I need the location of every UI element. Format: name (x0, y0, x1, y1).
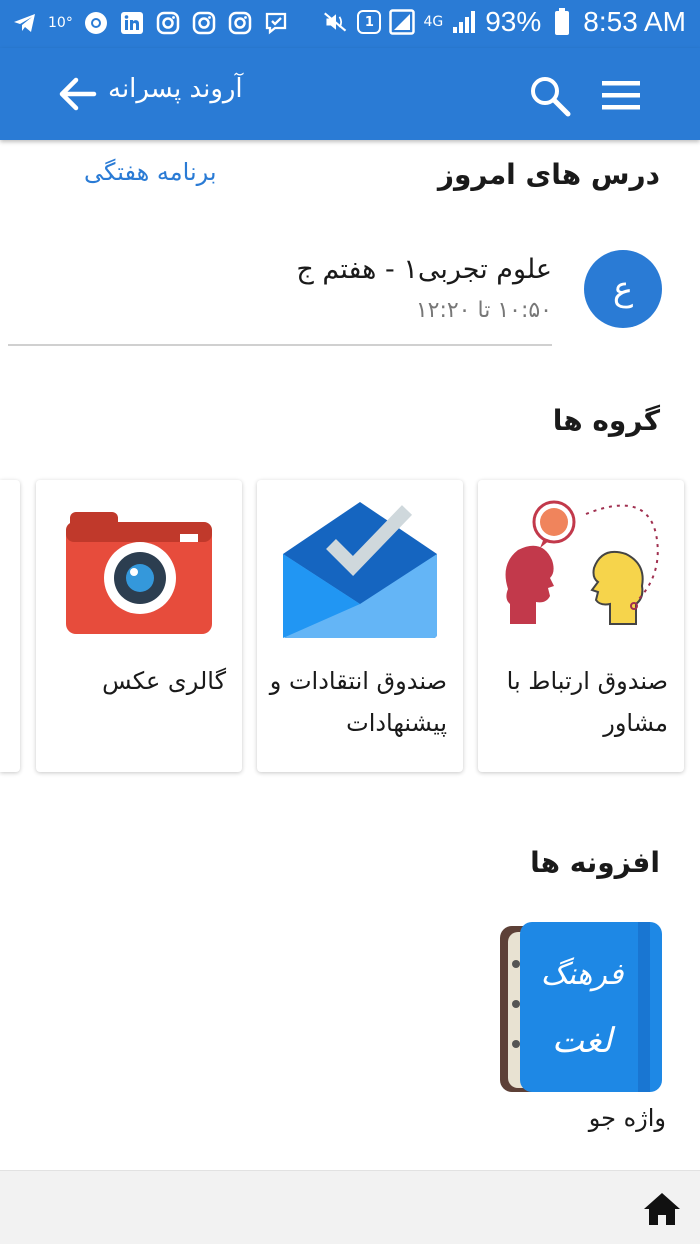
group-card-gallery[interactable]: گالری عکس (36, 480, 242, 772)
signal-box-icon (389, 9, 416, 35)
instagram-icon (155, 10, 181, 36)
battery-icon (549, 8, 575, 35)
temperature-text: 10° (48, 15, 73, 31)
divider (8, 344, 552, 346)
lesson-item[interactable]: ع علوم تجربی۱ - هفتم ج ۱۰:۵۰ تا ۱۲:۲۰ (8, 236, 692, 348)
chrome-icon (83, 10, 109, 36)
group-card-label: صندوق انتقادات و پیشنهادات (269, 667, 447, 737)
battery-percent: 93% (485, 6, 542, 37)
group-card-counselor[interactable]: صندوق ارتباط با مشاور (478, 480, 684, 772)
lesson-avatar: ع (584, 250, 662, 328)
addon-label: واژه جو (588, 1104, 666, 1132)
hamburger-menu-icon[interactable] (600, 78, 644, 114)
cell-signal-icon (451, 9, 477, 35)
message-check-icon (263, 10, 289, 36)
book-cover-text: فرهنگ (541, 957, 624, 992)
linkedin-icon (119, 10, 145, 36)
sim-badge: 1 (357, 10, 382, 34)
lesson-time: ۱۰:۵۰ تا ۱۲:۲۰ (415, 298, 552, 323)
book-cover-text: لغت (552, 1021, 616, 1061)
network-type-text: 4G (423, 14, 444, 30)
mute-icon (323, 9, 349, 35)
bottom-bar (0, 1170, 700, 1244)
groups-heading: گروه ها (552, 404, 660, 437)
addon-card-dictionary[interactable]: فرهنگ لغت واژه جو (478, 908, 684, 1170)
instagram-icon (191, 10, 217, 36)
group-card-label: گالری عکس (102, 667, 226, 695)
camera-icon (54, 494, 224, 644)
status-bar: 10° 1 4G 93% 8:53 AM (0, 0, 700, 48)
group-card-label: صندوق ارتباط با مشاور (506, 667, 668, 737)
today-lessons-heading: درس های امروز (437, 158, 660, 191)
telegram-icon (12, 10, 38, 36)
search-icon[interactable] (528, 74, 572, 118)
status-bar-left: 10° (12, 10, 289, 36)
group-card-partial[interactable] (0, 480, 20, 772)
arrow-left-icon[interactable] (56, 74, 100, 114)
school-title[interactable]: آروند پسرانه (108, 74, 243, 104)
home-icon[interactable] (642, 1191, 682, 1227)
app-bar: آروند پسرانه (0, 48, 700, 140)
status-bar-right: 1 4G 93% 8:53 AM (323, 6, 686, 38)
inbox-check-icon (275, 494, 445, 644)
counselor-chat-icon (496, 494, 666, 644)
lesson-title: علوم تجربی۱ - هفتم ج (296, 254, 552, 285)
instagram-icon (227, 10, 253, 36)
addons-heading: افزونه ها (530, 846, 660, 879)
clock-time: 8:53 AM (583, 6, 686, 37)
dictionary-book-icon: فرهنگ لغت (498, 920, 664, 1096)
weekly-schedule-link[interactable]: برنامه هفتگی (84, 158, 217, 186)
group-card-feedback[interactable]: صندوق انتقادات و پیشنهادات (257, 480, 463, 772)
